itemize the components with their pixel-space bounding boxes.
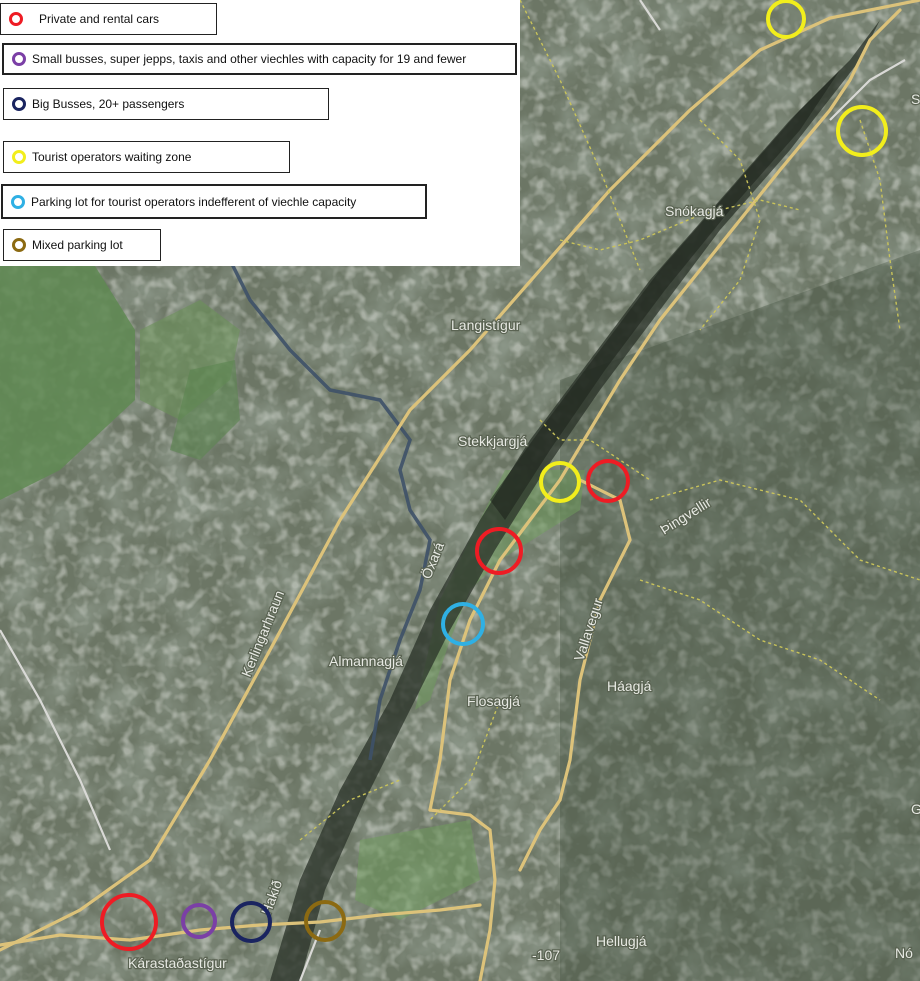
legend-item-mixed-parking: Mixed parking lot bbox=[3, 229, 161, 261]
label-edge-s: S bbox=[911, 91, 920, 107]
red-ring-icon bbox=[9, 12, 23, 26]
label-karastadastigur: Kárastaðastígur bbox=[128, 955, 227, 971]
legend-label: Small busses, super jepps, taxis and oth… bbox=[32, 52, 467, 66]
legend-item-private-cars: Private and rental cars bbox=[0, 3, 217, 35]
legend-panel: Private and rental cars Small busses, su… bbox=[0, 0, 520, 266]
label-almannagja: Almannagjá bbox=[329, 653, 403, 669]
light-blue-ring-icon bbox=[11, 194, 25, 209]
label-edge-no: Nó bbox=[895, 945, 913, 961]
legend-label: Tourist operators waiting zone bbox=[32, 150, 192, 164]
purple-ring-icon bbox=[12, 52, 26, 66]
label-haagja: Háagjá bbox=[607, 678, 652, 694]
legend-label: Parking lot for tourist operators indeff… bbox=[31, 194, 357, 209]
legend-item-waiting-zone: Tourist operators waiting zone bbox=[3, 141, 290, 173]
brown-ring-icon bbox=[12, 238, 26, 252]
navy-ring-icon bbox=[12, 97, 26, 111]
legend-label: Big Busses, 20+ passengers bbox=[32, 97, 185, 111]
label-hellugja: Hellugjá bbox=[596, 933, 647, 949]
label-road-107: -107 bbox=[532, 947, 560, 963]
label-snokagja: Snókagjá bbox=[665, 203, 724, 219]
yellow-ring-icon bbox=[12, 150, 26, 164]
label-langistigur: Langistígur bbox=[451, 317, 521, 333]
legend-item-big-busses: Big Busses, 20+ passengers bbox=[3, 88, 329, 120]
legend-label: Mixed parking lot bbox=[32, 238, 123, 252]
legend-label: Private and rental cars bbox=[39, 12, 160, 26]
legend-item-operators-parking: Parking lot for tourist operators indeff… bbox=[1, 184, 427, 219]
label-edge-g: G bbox=[911, 801, 920, 817]
label-flosagja: Flosagjá bbox=[467, 693, 520, 709]
legend-item-small-busses: Small busses, super jepps, taxis and oth… bbox=[2, 43, 517, 75]
label-stekkjargja: Stekkjargjá bbox=[458, 433, 527, 449]
